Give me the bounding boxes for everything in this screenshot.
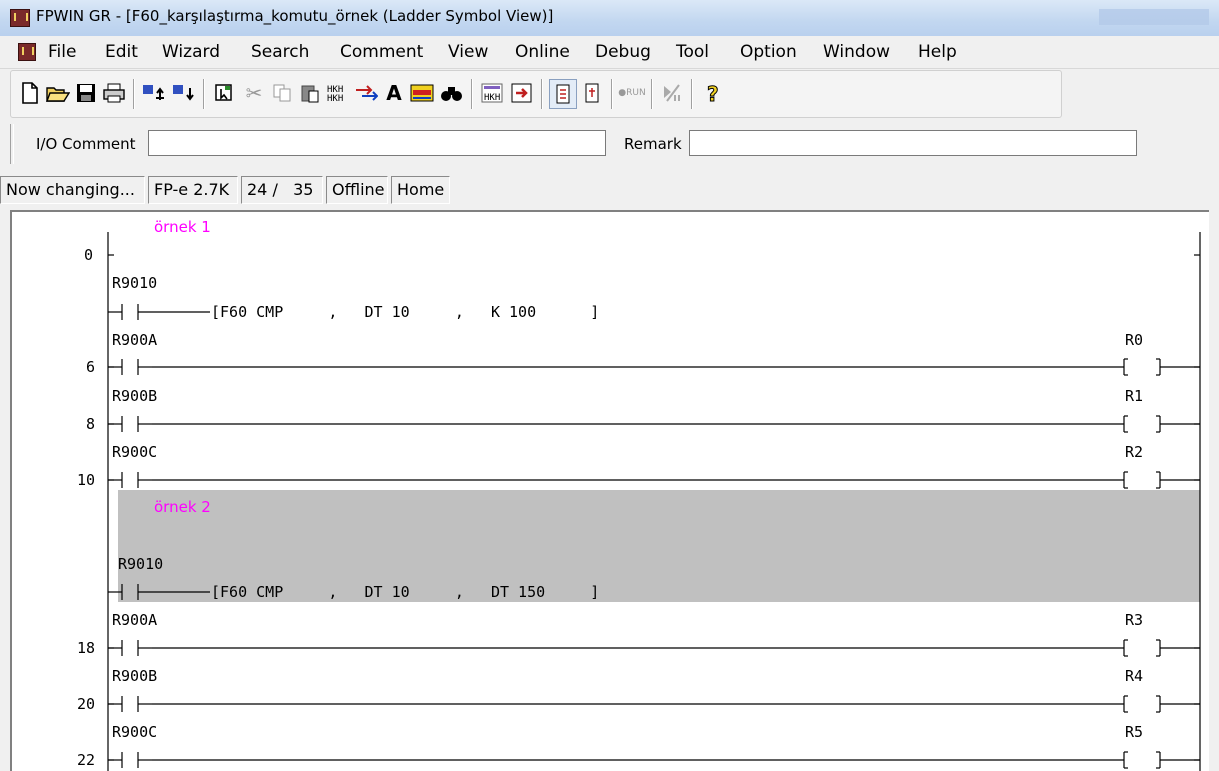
step-number: 8 — [86, 415, 95, 433]
find-icon[interactable] — [439, 79, 465, 107]
window-controls[interactable] — [1099, 9, 1209, 25]
coil-label[interactable]: R1 — [1125, 387, 1143, 405]
plc-icon[interactable] — [549, 79, 577, 109]
menu-option[interactable]: Option — [740, 42, 797, 62]
ladder-diagram[interactable]: örnek 1 örnek 2 0 6 8 10 18 20 22 R9010 … — [12, 212, 1209, 771]
status-mode: Now changing... — [0, 176, 145, 204]
io-comment-label: I/O Comment — [36, 135, 136, 153]
title-bar: FPWIN GR - [F60_karşılaştırma_komutu_örn… — [0, 0, 1219, 37]
app-icon[interactable] — [10, 9, 30, 27]
compile-icon[interactable] — [509, 79, 535, 107]
document-icon[interactable] — [18, 43, 36, 61]
open-folder-icon[interactable] — [45, 79, 71, 107]
rung-comment[interactable]: örnek 1 — [154, 218, 211, 236]
step-number: 6 — [86, 358, 95, 376]
menu-help[interactable]: Help — [918, 42, 957, 62]
step-number: 0 — [84, 246, 93, 264]
download-icon[interactable] — [171, 79, 197, 107]
block-icon[interactable]: HKH HKH — [325, 79, 351, 107]
step-number: 22 — [77, 751, 95, 769]
print-icon[interactable] — [101, 79, 127, 107]
contact-label[interactable]: R900A — [112, 611, 157, 629]
contact-label[interactable]: R900A — [112, 331, 157, 349]
comment-icon[interactable] — [409, 79, 435, 107]
contact-label[interactable]: R900C — [112, 443, 157, 461]
menu-bar: File Edit Wizard Search Comment View Onl… — [0, 36, 1219, 69]
menu-online[interactable]: Online — [515, 42, 570, 62]
plc-online-icon[interactable] — [579, 79, 605, 107]
menu-window[interactable]: Window — [823, 42, 890, 62]
status-steps: 24 / 35 — [241, 176, 323, 204]
coil-label[interactable]: R5 — [1125, 723, 1143, 741]
menu-view[interactable]: View — [448, 42, 488, 62]
prog-icon[interactable] — [659, 79, 685, 107]
menu-wizard[interactable]: Wizard — [162, 42, 220, 62]
contact-label[interactable]: R900C — [112, 723, 157, 741]
step-number: 18 — [77, 639, 95, 657]
help-icon[interactable]: ? — [701, 79, 727, 107]
rung-comment[interactable]: örnek 2 — [154, 498, 211, 516]
instruction-f60-cmp[interactable]: [F60 CMP , DT 10 , DT 150 ] — [211, 583, 599, 601]
status-position: Home — [391, 176, 450, 204]
io-comment-input[interactable] — [148, 130, 606, 156]
instruction-f60-cmp[interactable]: [F60 CMP , DT 10 , K 100 ] — [211, 303, 599, 321]
window-title: FPWIN GR - [F60_karşılaştırma_komutu_örn… — [36, 7, 554, 25]
cut-icon[interactable]: ✂ — [241, 79, 267, 107]
svg-text:?: ? — [707, 82, 719, 104]
menu-debug[interactable]: Debug — [595, 42, 651, 62]
comment-bar: I/O Comment Remark — [10, 120, 1210, 170]
coil-label[interactable]: R3 — [1125, 611, 1143, 629]
ladder-view[interactable]: örnek 1 örnek 2 0 6 8 10 18 20 22 R9010 … — [10, 210, 1209, 771]
step-number: 20 — [77, 695, 95, 713]
contact-label[interactable]: R900B — [112, 667, 157, 685]
menu-search[interactable]: Search — [251, 42, 309, 62]
menu-comment[interactable]: Comment — [340, 42, 423, 62]
menu-file[interactable]: File — [48, 42, 76, 62]
paste-icon[interactable] — [297, 79, 323, 107]
select-icon[interactable] — [211, 79, 237, 107]
svg-text:HKH: HKH — [327, 94, 343, 103]
save-icon[interactable] — [73, 79, 99, 107]
menu-tool[interactable]: Tool — [676, 42, 709, 62]
coil-label[interactable]: R4 — [1125, 667, 1143, 685]
toolbar: ✂ HKH HKH A HKH ●RUN ? — [10, 70, 1062, 118]
copy-icon[interactable] — [269, 79, 295, 107]
convert-icon[interactable] — [353, 79, 379, 107]
remark-label: Remark — [624, 135, 682, 153]
coil-label[interactable]: R2 — [1125, 443, 1143, 461]
new-file-icon[interactable] — [17, 79, 43, 107]
coil-label[interactable]: R0 — [1125, 331, 1143, 349]
upload-icon[interactable] — [141, 79, 167, 107]
text-icon[interactable]: A — [381, 79, 407, 107]
step-number: 10 — [77, 471, 95, 489]
contact-label[interactable]: R9010 — [118, 555, 163, 573]
monitor-icon[interactable]: HKH — [479, 79, 505, 107]
run-icon[interactable]: ●RUN — [618, 79, 645, 107]
svg-text:HKH: HKH — [484, 93, 500, 103]
status-online: Offline — [326, 176, 388, 204]
status-plc-type: FP-e 2.7K — [148, 176, 238, 204]
contact-label[interactable]: R900B — [112, 387, 157, 405]
remark-input[interactable] — [689, 130, 1137, 156]
contact-label[interactable]: R9010 — [112, 274, 157, 292]
menu-edit[interactable]: Edit — [105, 42, 138, 62]
